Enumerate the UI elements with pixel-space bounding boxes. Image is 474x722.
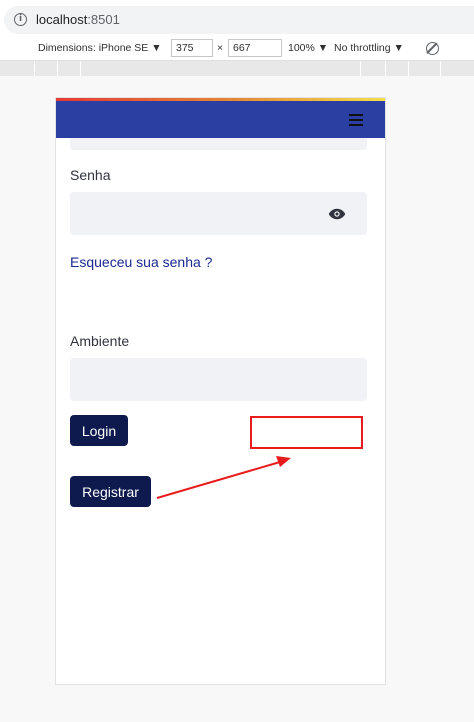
annotation-arrow [156,456,291,499]
